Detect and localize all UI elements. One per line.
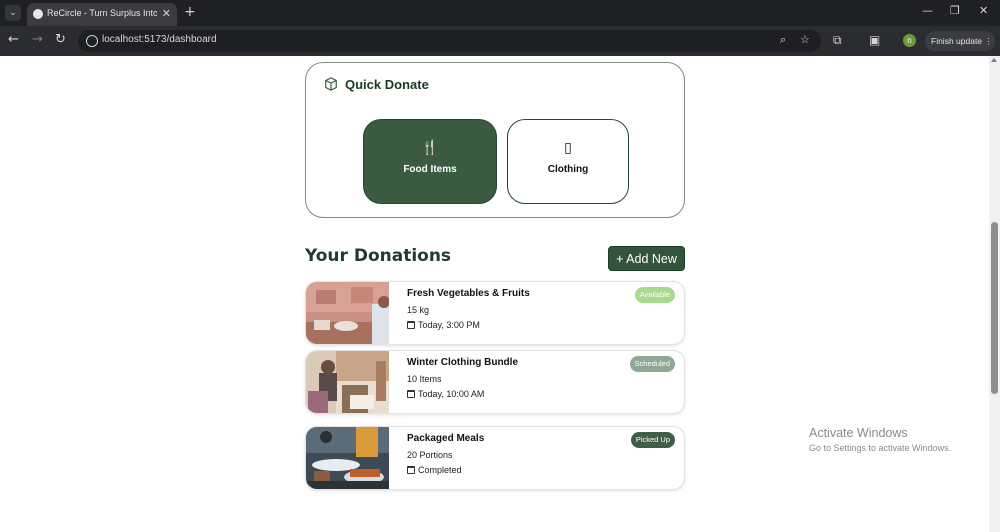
restore-icon[interactable]: ❐ xyxy=(950,4,960,17)
status-badge: Picked Up xyxy=(630,432,675,448)
browser-tab-bar: ⌄ ReCircle - Turn Surplus Into Su ✕ + — … xyxy=(0,0,1000,26)
dashboard-page: Quick Donate 🍴 Food Items ▯ Clothing You… xyxy=(0,56,1000,532)
donation-time-text: Today, 3:00 PM xyxy=(418,320,480,330)
tab-title: ReCircle - Turn Surplus Into Su xyxy=(47,8,157,18)
add-new-button[interactable]: + Add New xyxy=(608,246,685,271)
extensions-icon[interactable]: ⧉ xyxy=(833,33,842,48)
utensils-icon: 🍴 xyxy=(421,140,439,156)
tab-favicon-icon xyxy=(33,9,43,19)
box-icon xyxy=(325,77,337,91)
minimize-icon[interactable]: — xyxy=(922,4,933,17)
activate-windows-title: Activate Windows xyxy=(809,426,908,440)
donation-quantity: 10 Items xyxy=(407,374,442,384)
donation-time: Today, 10:00 AM xyxy=(407,389,484,399)
activate-windows-watermark: Activate Windows Go to Settings to activ… xyxy=(809,426,951,453)
calendar-icon xyxy=(407,321,415,329)
donation-title: Fresh Vegetables & Fruits xyxy=(407,288,530,299)
browser-tab[interactable]: ReCircle - Turn Surplus Into Su ✕ xyxy=(27,3,177,26)
donation-quantity: 20 Portions xyxy=(407,450,453,460)
donation-card[interactable]: Packaged Meals 20 Portions Completed Pic… xyxy=(305,426,685,490)
donation-title: Packaged Meals xyxy=(407,433,485,444)
new-tab-button[interactable]: + xyxy=(184,4,196,20)
close-window-icon[interactable]: ✕ xyxy=(979,4,988,17)
donation-card[interactable]: Fresh Vegetables & Fruits 15 kg Today, 3… xyxy=(305,281,685,345)
tab-groups-icon[interactable]: ▣ xyxy=(869,33,880,47)
address-bar[interactable]: localhost:5173/dashboard ⌕ ☆ xyxy=(78,30,821,52)
donation-time: Completed xyxy=(407,465,462,475)
clothing-label: Clothing xyxy=(547,164,589,175)
status-badge: Available xyxy=(634,287,675,303)
page-scrollbar[interactable] xyxy=(989,56,1000,532)
shirt-icon: ▯ xyxy=(564,140,572,156)
your-donations-title: Your Donations xyxy=(305,246,452,266)
back-icon[interactable]: ← xyxy=(8,32,19,48)
bookmark-star-icon[interactable]: ☆ xyxy=(800,33,810,46)
donation-time: Today, 3:00 PM xyxy=(407,320,480,330)
calendar-icon xyxy=(407,466,415,474)
donation-title: Winter Clothing Bundle xyxy=(407,357,519,368)
donation-time-text: Today, 10:00 AM xyxy=(418,389,485,399)
donation-photo-clothing xyxy=(306,351,389,413)
food-items-button[interactable]: 🍴 Food Items xyxy=(363,119,497,204)
quick-donate-card: Quick Donate 🍴 Food Items ▯ Clothing xyxy=(305,62,685,218)
donation-quantity: 15 kg xyxy=(407,305,430,315)
donation-photo-vegetables xyxy=(306,282,389,344)
calendar-icon xyxy=(407,390,415,398)
clothing-button[interactable]: ▯ Clothing xyxy=(507,119,629,204)
quick-donate-title: Quick Donate xyxy=(345,77,429,92)
scroll-thumb[interactable] xyxy=(991,222,998,394)
tab-close-icon[interactable]: ✕ xyxy=(162,7,171,20)
tab-search-button[interactable]: ⌄ xyxy=(5,5,21,21)
finish-update-label: Finish update xyxy=(931,36,983,46)
donation-card[interactable]: Winter Clothing Bundle 10 Items Today, 1… xyxy=(305,350,685,414)
finish-update-button[interactable]: Finish update ⋮ xyxy=(925,31,995,51)
activate-windows-subtitle: Go to Settings to activate Windows. xyxy=(809,443,952,453)
site-info-icon[interactable] xyxy=(86,35,98,47)
status-badge: Scheduled xyxy=(629,356,675,372)
reload-icon[interactable]: ↻ xyxy=(55,32,66,48)
food-items-label: Food Items xyxy=(403,164,457,175)
donation-time-text: Completed xyxy=(418,465,462,475)
profile-avatar[interactable]: n xyxy=(903,34,916,47)
forward-icon[interactable]: → xyxy=(32,32,43,48)
zoom-icon[interactable]: ⌕ xyxy=(780,33,786,47)
url-text: localhost:5173/dashboard xyxy=(102,34,217,45)
donation-photo-meals xyxy=(306,427,389,489)
scroll-up-arrow-icon[interactable] xyxy=(991,58,997,62)
